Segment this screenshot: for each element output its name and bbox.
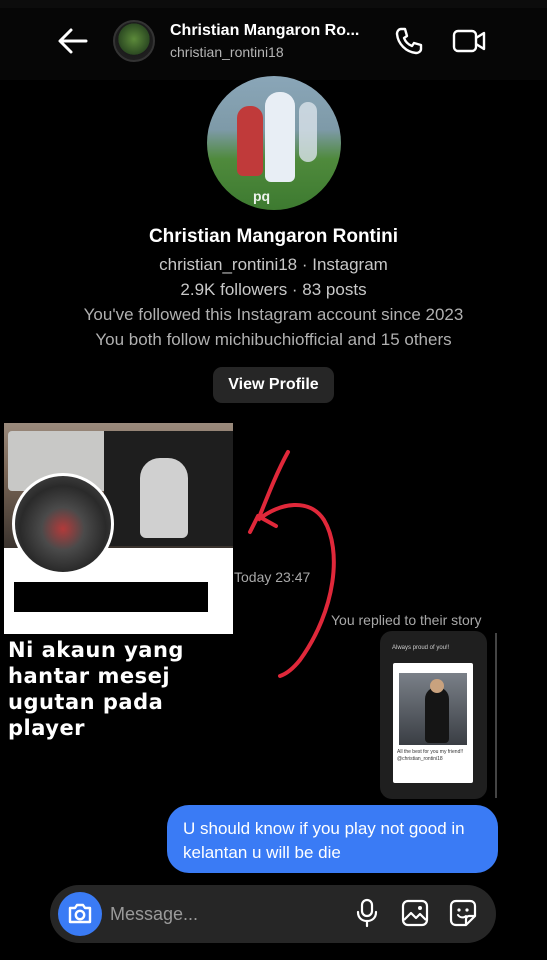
header-avatar[interactable] — [113, 20, 155, 62]
cover-seat — [140, 458, 188, 538]
story-caption-text: All the best for you my friend!! — [397, 749, 464, 755]
gallery-button[interactable] — [400, 898, 430, 928]
player-figure — [265, 92, 295, 182]
voice-call-button[interactable] — [394, 26, 424, 56]
camera-icon — [68, 903, 92, 924]
status-bar — [0, 0, 547, 8]
sent-message-bubble[interactable]: U should know if you play not good in ke… — [167, 805, 498, 873]
profile-handle: christian_rontini18 · Instagram — [159, 255, 388, 274]
story-person-head — [430, 679, 444, 693]
header-contact-name[interactable]: Christian Mangaron Ro... — [170, 22, 359, 40]
story-photo — [399, 673, 467, 745]
video-camera-icon — [452, 29, 486, 53]
photo-watermark: pq — [253, 188, 271, 204]
story-reply-card[interactable]: Always proud of you!! All the best for y… — [380, 631, 487, 799]
player-figure — [299, 102, 317, 162]
camera-button[interactable] — [58, 892, 102, 936]
profile-stats: 2.9K followers · 83 posts — [180, 280, 367, 299]
sticker-button[interactable] — [448, 898, 478, 928]
back-button[interactable] — [56, 26, 90, 56]
redaction-bar — [14, 582, 208, 612]
message-input[interactable] — [110, 896, 340, 932]
video-call-button[interactable] — [452, 28, 486, 54]
annotation-screenshot — [4, 423, 233, 634]
follow-since-text: You've followed this Instagram account s… — [83, 305, 464, 324]
story-image: All the best for you my friend!! @christ… — [393, 663, 473, 783]
story-person — [425, 687, 449, 743]
microphone-icon — [356, 898, 378, 928]
image-icon — [401, 899, 429, 927]
phone-icon — [395, 27, 423, 55]
view-profile-button[interactable]: View Profile — [213, 367, 334, 403]
annotation-avatar — [12, 473, 114, 575]
story-reply-label: You replied to their story — [331, 612, 482, 628]
story-caption: All the best for you my friend!! @christ… — [397, 749, 469, 763]
story-top-text: Always proud of you!! — [392, 645, 450, 651]
annotation-arrow — [248, 450, 336, 678]
profile-picture[interactable]: pq — [207, 76, 341, 210]
mutual-follows-text: You both follow michibuchiofficial and 1… — [95, 330, 452, 349]
header-contact-username[interactable]: christian_rontini18 — [170, 44, 284, 60]
voice-message-button[interactable] — [354, 898, 380, 928]
annotation-caption: Ni akaun yang hantar mesej ugutan pada p… — [8, 638, 184, 740]
sticker-icon — [449, 899, 477, 927]
arrow-left-icon — [58, 28, 88, 54]
player-figure — [237, 106, 263, 176]
story-mention: @christian_rontini18 — [397, 756, 443, 762]
reply-indicator-bar — [495, 633, 497, 798]
profile-name: Christian Mangaron Rontini — [148, 226, 399, 247]
